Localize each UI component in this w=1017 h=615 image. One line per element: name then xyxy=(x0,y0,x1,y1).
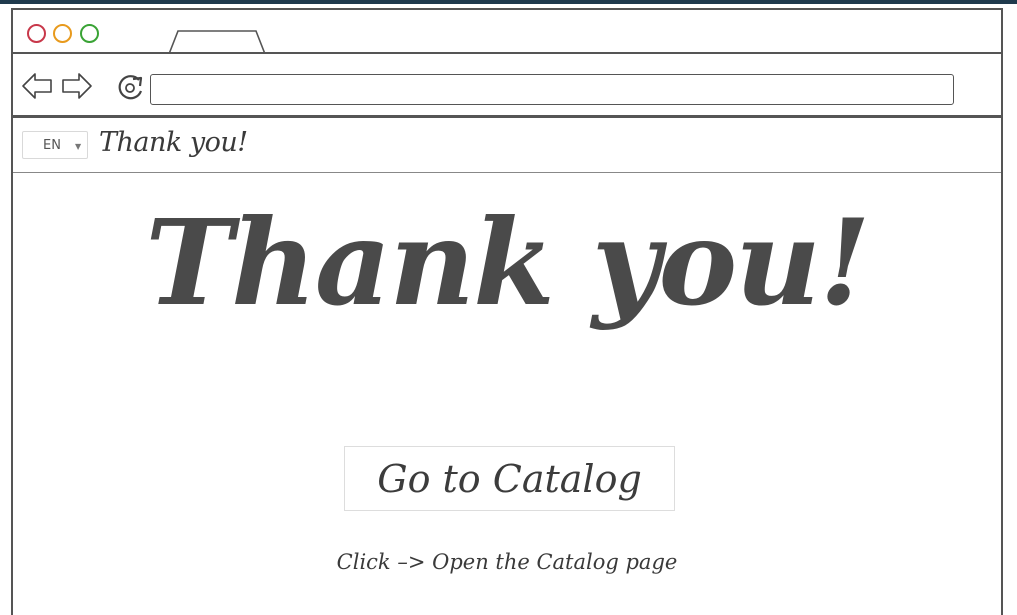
go-to-catalog-button[interactable]: Go to Catalog xyxy=(344,446,675,511)
minimize-window-button[interactable] xyxy=(53,24,72,43)
page-toolbar: EN ▼ Thank you! xyxy=(13,121,1001,173)
language-select[interactable]: EN ▼ xyxy=(22,131,88,159)
browser-titlebar xyxy=(13,10,1001,54)
close-window-button[interactable] xyxy=(27,24,46,43)
screen-top-strip xyxy=(0,0,1017,4)
arrow-left-icon[interactable] xyxy=(21,71,53,101)
language-select-value: EN xyxy=(43,138,61,153)
browser-navbar xyxy=(13,54,1001,118)
reload-icon[interactable] xyxy=(116,72,146,102)
browser-tab[interactable] xyxy=(168,30,266,54)
thank-you-heading: Thank you! xyxy=(145,193,871,332)
catalog-button-annotation: Click –> Open the Catalog page xyxy=(336,550,678,574)
arrow-right-icon[interactable] xyxy=(61,71,93,101)
url-input[interactable] xyxy=(150,74,954,105)
page-title: Thank you! xyxy=(99,127,248,158)
caret-down-icon: ▼ xyxy=(75,142,82,151)
maximize-window-button[interactable] xyxy=(80,24,99,43)
browser-window: EN ▼ Thank you! Thank you! Go to Catalog… xyxy=(11,8,1003,615)
